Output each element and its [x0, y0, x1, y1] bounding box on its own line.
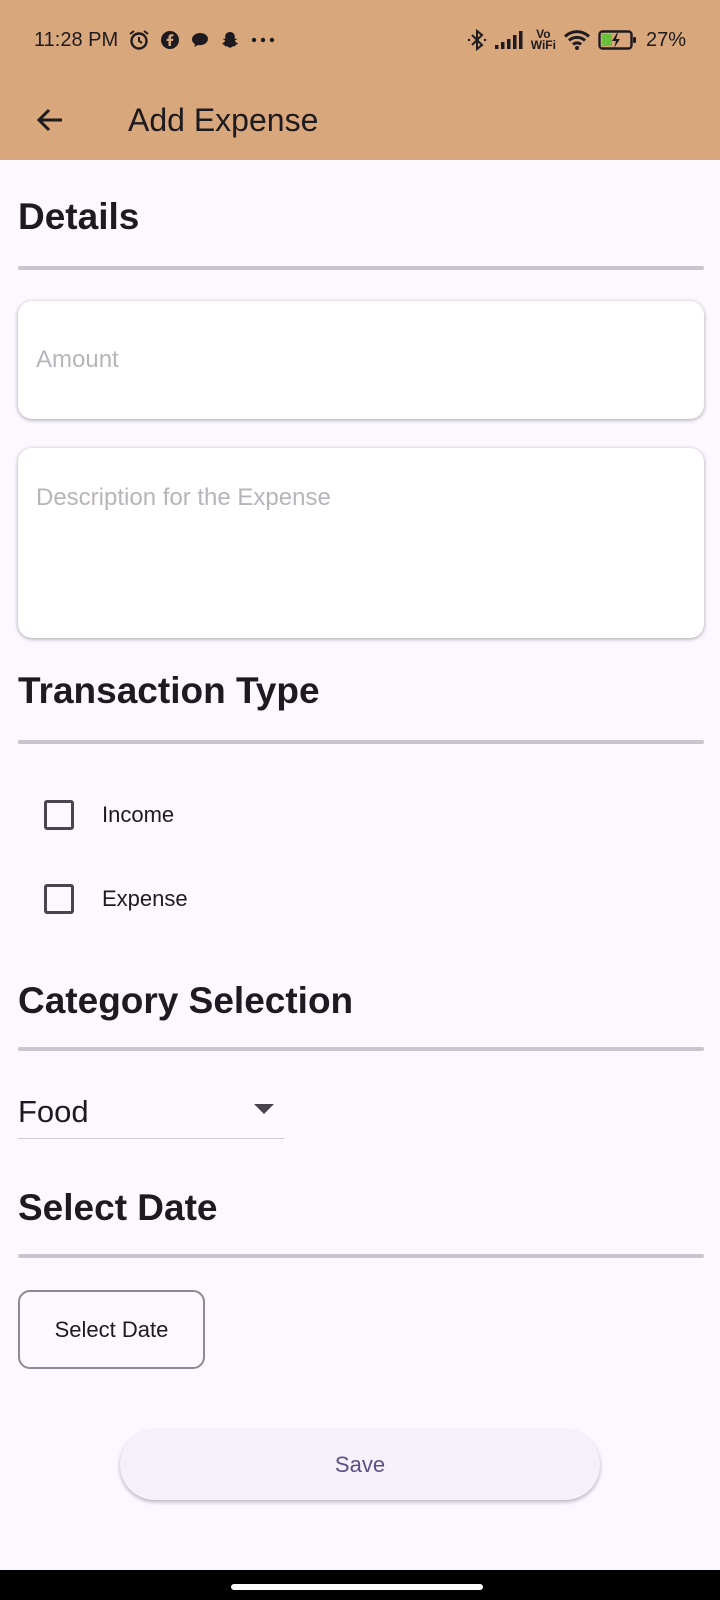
facebook-icon — [160, 30, 180, 50]
income-label: Income — [102, 802, 175, 827]
income-option[interactable]: Income — [44, 800, 174, 830]
date-divider — [18, 1254, 704, 1258]
expense-option[interactable]: Expense — [44, 884, 188, 914]
battery-percent: 27% — [645, 28, 686, 51]
message-icon — [190, 30, 210, 50]
home-gesture-handle[interactable] — [231, 1584, 483, 1590]
dropdown-arrow-icon — [254, 1103, 274, 1121]
transaction-type-heading: Transaction Type — [18, 670, 320, 711]
toolbar: Add Expense — [0, 80, 720, 160]
expense-label: Expense — [102, 886, 188, 911]
app-bar: 11:28 PM Vo WiFi 27% Add Expense — [0, 0, 720, 160]
description-field[interactable] — [18, 448, 704, 638]
amount-field[interactable] — [18, 301, 704, 419]
more-notifications-icon — [250, 36, 276, 44]
page-title: Add Expense — [128, 101, 319, 138]
income-checkbox[interactable] — [44, 800, 74, 830]
expense-checkbox[interactable] — [44, 884, 74, 914]
back-button[interactable] — [22, 92, 78, 148]
battery-charging-icon — [598, 29, 638, 51]
transaction-type-divider — [18, 740, 704, 744]
wifi-icon — [563, 30, 590, 50]
bluetooth-icon — [467, 28, 487, 52]
description-input[interactable] — [36, 484, 686, 568]
category-divider — [18, 1047, 704, 1051]
status-time: 11:28 PM — [34, 28, 119, 51]
details-divider — [18, 266, 704, 270]
date-heading: Select Date — [18, 1187, 218, 1228]
details-heading: Details — [18, 196, 140, 237]
arrow-left-icon — [36, 108, 62, 132]
snapchat-icon — [220, 30, 240, 50]
status-bar: 11:28 PM Vo WiFi 27% — [0, 0, 720, 80]
category-dropdown[interactable]: Food — [18, 1085, 284, 1139]
select-date-button[interactable]: Select Date — [18, 1290, 205, 1369]
signal-icon — [494, 30, 523, 50]
category-selected-value: Food — [18, 1093, 89, 1129]
amount-input[interactable] — [36, 346, 686, 374]
alarm-icon — [128, 29, 150, 51]
vowifi-icon: Vo WiFi — [530, 27, 556, 52]
save-button[interactable]: Save — [120, 1430, 600, 1500]
category-heading: Category Selection — [18, 980, 354, 1021]
